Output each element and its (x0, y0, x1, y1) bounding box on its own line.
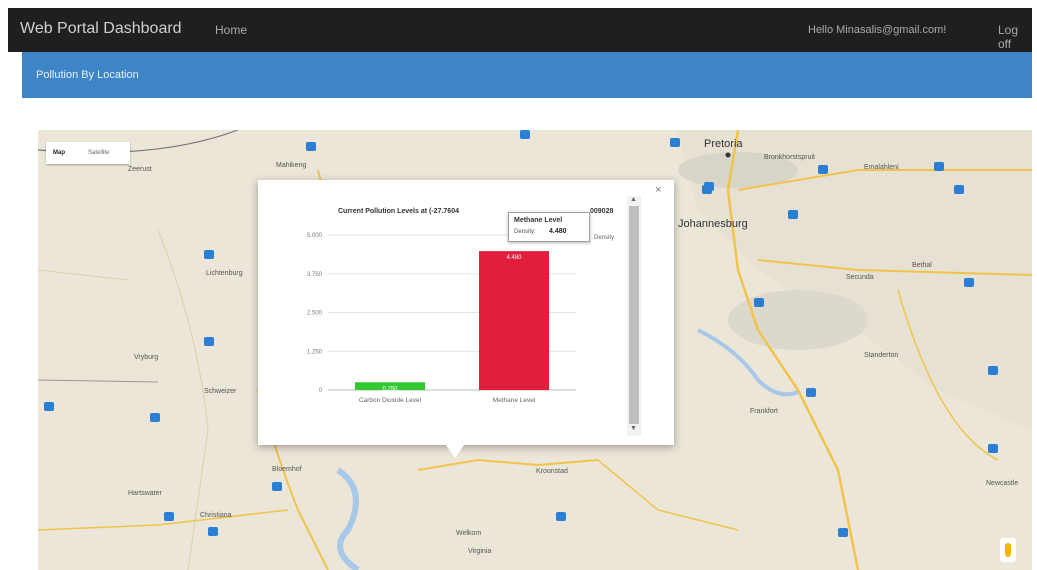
place-vryburg: Vryburg (134, 354, 159, 361)
close-icon[interactable]: × (655, 184, 661, 196)
map-type-toggle[interactable]: Map Satellite (46, 142, 130, 164)
nav-home-link[interactable]: Home (215, 23, 247, 37)
scroll-up-icon[interactable]: ▲ (630, 196, 637, 203)
place-pretoria: Pretoria (704, 138, 743, 150)
y-tick-label: 2.500 (307, 311, 323, 317)
tooltip-title: Methane Level (514, 217, 563, 224)
place-kroonstad: Kroonstad (536, 468, 568, 475)
y-tick-label: 3.750 (307, 272, 323, 278)
info-window-tail (446, 445, 464, 458)
x-category-label: Methane Level (493, 397, 536, 404)
panel-heading: Pollution By Location (22, 52, 1032, 98)
place-welkom: Welkom (456, 530, 482, 537)
bar-data-label: 0.250 (382, 386, 398, 392)
panel-title: Pollution By Location (36, 69, 139, 81)
place-bethal: Bethal (912, 262, 932, 269)
scroll-down-icon[interactable]: ▼ (630, 425, 637, 432)
place-hartswater: Hartswater (128, 490, 162, 497)
place-bloemhof: Bloemhof (272, 466, 302, 473)
brand-title[interactable]: Web Portal Dashboard (20, 20, 182, 38)
place-lichtenburg: Lichtenburg (206, 270, 243, 277)
street-view-pegman-icon[interactable] (1000, 538, 1016, 562)
place-christiana: Christiana (200, 512, 232, 519)
place-zeerust: Zeerust (128, 166, 152, 173)
place-frankfort: Frankfort (750, 408, 779, 415)
place-bronkhorstspruit: Bronkhorstspruit (764, 154, 815, 161)
user-greeting[interactable]: Hello Minasalis@gmail.com! (808, 24, 946, 36)
x-category-label: Carbon Dioxide Level (359, 397, 422, 404)
chart-tooltip: Methane Level Density: 4.480 (508, 212, 590, 242)
place-secunda: Secunda (846, 274, 874, 281)
place-johannesburg: Johannesburg (678, 218, 748, 230)
place-emalahleni: Emalahleni (864, 164, 899, 171)
y-tick-label: 1.250 (307, 349, 323, 355)
info-window: × Current Pollution Levels at (-27.7604 … (258, 180, 674, 458)
place-schweizer: Schweizer (204, 388, 237, 395)
tooltip-value: 4.480 (549, 228, 567, 235)
scroll-thumb[interactable] (629, 206, 639, 424)
place-standerton: Standerton (864, 352, 899, 359)
place-virginia: Virginia (468, 548, 492, 555)
tooltip-label: Density: (514, 229, 536, 235)
bar-methane-level[interactable] (479, 251, 549, 390)
map-option[interactable]: Map (53, 142, 65, 164)
place-newcastle: Newcastle (986, 480, 1019, 487)
popup-scrollbar[interactable]: ▲ ▼ (627, 196, 641, 436)
y-tick-label: 0 (319, 388, 323, 394)
y-tick-label: 5.000 (307, 233, 323, 239)
logoff-link[interactable]: Log off (998, 23, 1032, 51)
top-navbar: Web Portal Dashboard Home Hello Minasali… (8, 8, 1032, 52)
satellite-option[interactable]: Satellite (88, 142, 109, 164)
bar-data-label: 4.480 (506, 255, 522, 261)
place-mahikeng: Mahikeng (276, 162, 307, 169)
series-side-label: Density (594, 235, 615, 241)
